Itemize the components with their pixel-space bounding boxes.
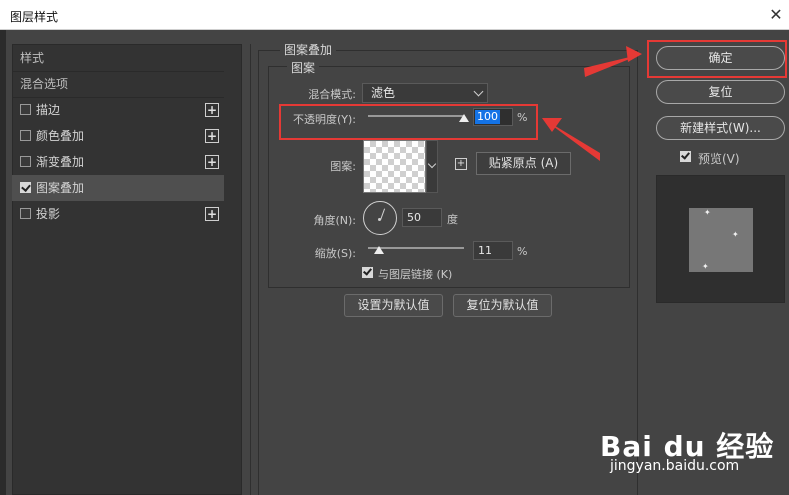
style-item-label: 描边 [36,103,61,117]
close-icon[interactable]: ✕ [766,5,786,25]
pattern-swatch[interactable] [363,140,426,193]
opacity-label: 不透明度(Y): [292,113,356,126]
style-item-label: 颜色叠加 [36,129,85,143]
opacity-slider-thumb[interactable] [459,114,469,122]
link-with-layer-checkbox[interactable] [362,267,373,278]
scale-label: 缩放(S): [314,247,356,260]
sparkle-icon: ✦ [732,230,739,239]
opacity-unit: % [517,111,528,124]
preview-label: 预览(V) [698,152,740,166]
panel-divider [250,44,251,495]
link-with-layer-label: 与图层链接 (K) [378,268,453,281]
opacity-slider-track[interactable] [368,115,464,117]
blend-mode-label: 混合模式: [308,88,356,101]
drop-shadow-checkbox[interactable] [20,208,31,219]
angle-unit: 度 [447,213,458,226]
angle-input[interactable]: 50 [402,208,442,227]
scale-input[interactable]: 11 [473,241,513,260]
gradient-overlay-checkbox[interactable] [20,156,31,167]
new-preset-icon[interactable]: + [455,158,467,170]
angle-dial[interactable] [363,201,397,235]
chevron-down-icon [427,159,437,169]
scale-unit: % [517,245,528,258]
reset-default-button[interactable]: 复位为默认值 [453,294,552,317]
make-default-button[interactable]: 设置为默认值 [344,294,443,317]
window-title: 图层样式 [10,10,59,24]
style-item-label: 图案叠加 [36,181,85,195]
color-overlay-checkbox[interactable] [20,130,31,141]
chevron-down-icon [473,86,484,97]
annotation-arrows [542,46,642,161]
preview-thumbnail [689,208,753,272]
window-left-edge [0,30,6,495]
add-color-overlay-icon[interactable]: + [205,129,219,143]
add-stroke-icon[interactable]: + [205,103,219,117]
arrowhead-icon [626,46,642,62]
opacity-value: 100 [475,110,500,124]
scale-slider-thumb[interactable] [373,246,384,254]
blend-options-item[interactable]: 混合选项 [12,71,224,97]
stroke-checkbox[interactable] [20,104,31,115]
reset-button[interactable]: 复位 [656,80,785,104]
styles-header: 样式 [20,51,45,65]
blend-mode-select[interactable]: 滤色 [362,83,488,103]
style-item-label: 渐变叠加 [36,155,85,169]
pattern-overlay-checkbox[interactable] [20,182,31,193]
new-style-button[interactable]: 新建样式(W)... [656,116,785,140]
blend-mode-value: 滤色 [371,86,396,100]
angle-label: 角度(N): [313,214,356,227]
sparkle-icon: ✦ [702,262,709,271]
watermark-url: jingyan.baidu.com [610,458,740,474]
pattern-subgroup-title: 图案 [287,59,320,76]
add-drop-shadow-icon[interactable]: + [205,207,219,221]
preview-checkbox[interactable] [680,151,691,162]
style-item-label: 投影 [36,207,61,221]
ok-button[interactable]: 确定 [656,46,785,70]
pattern-picker-dropdown[interactable] [426,140,438,193]
opacity-input[interactable]: 100 [473,108,513,126]
angle-center [378,218,381,221]
add-gradient-overlay-icon[interactable]: + [205,155,219,169]
sparkle-icon: ✦ [704,208,711,217]
pattern-label: 图案: [330,160,356,173]
pattern-overlay-title: 图案叠加 [280,41,337,58]
title-bar [0,0,789,30]
